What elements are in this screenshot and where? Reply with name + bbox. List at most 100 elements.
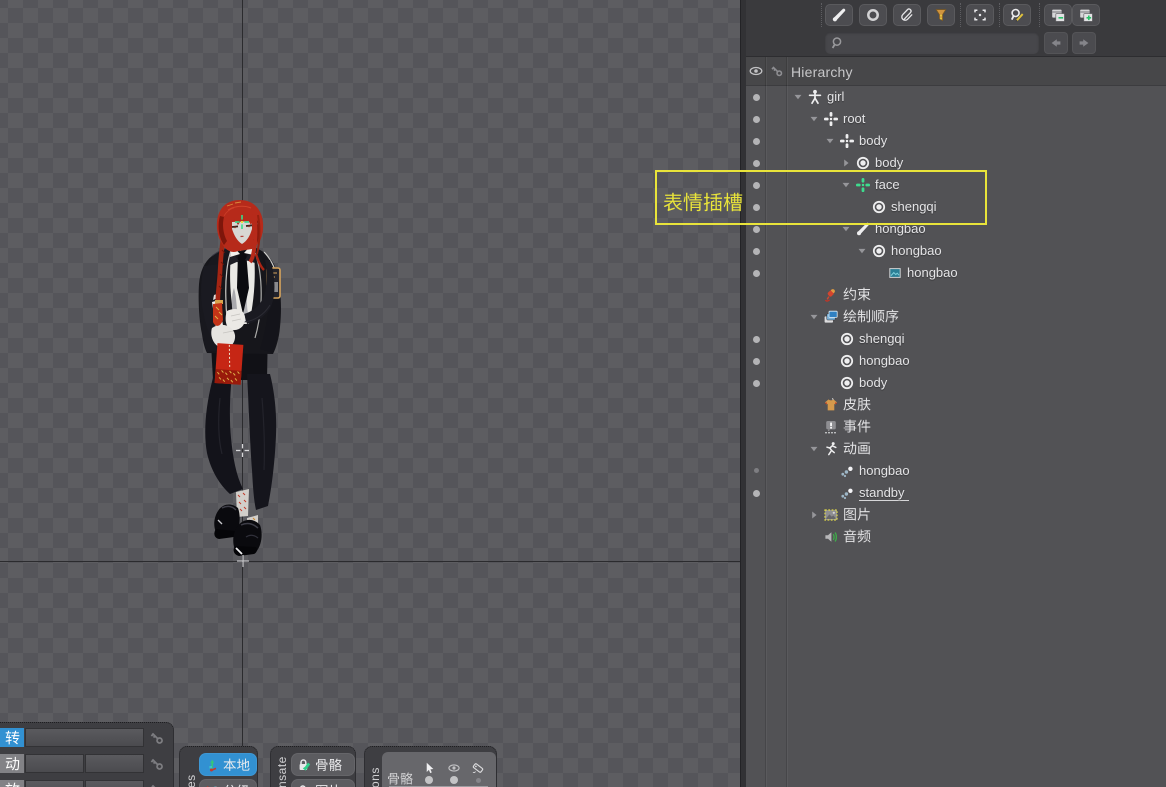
chevron-down-icon[interactable] — [808, 113, 820, 125]
visibility-dot[interactable] — [753, 358, 760, 365]
compensate-button-1[interactable]: 图片 — [291, 779, 355, 787]
transform-tool-label[interactable]: 放 — [0, 780, 24, 787]
button-label: 骨骼 — [315, 758, 342, 772]
root-bone-marker-icon[interactable] — [236, 444, 249, 457]
tree-row-shengqi[interactable]: shengqi — [746, 328, 1166, 350]
tree-label[interactable]: body — [875, 155, 903, 170]
tree-label[interactable]: hongbao — [859, 353, 910, 368]
audio-icon — [823, 529, 839, 545]
tree-label[interactable]: 音频 — [843, 529, 871, 543]
axes-button-0[interactable]: 本地 — [199, 753, 257, 776]
tree-label[interactable]: hongbao — [891, 243, 942, 258]
transform-row: 转 — [0, 728, 172, 747]
visibility-dot[interactable] — [753, 336, 760, 343]
tree-row-动画[interactable]: 动画 — [746, 438, 1166, 460]
tree-row-body[interactable]: body — [746, 130, 1166, 152]
tree-label[interactable]: shengqi — [859, 331, 905, 346]
chevron-down-icon[interactable] — [824, 135, 836, 147]
tree-row-事件[interactable]: 事件 — [746, 416, 1166, 438]
hierarchy-panel: Hierarchy girlrootbodybodyfaceshengqihon… — [746, 0, 1166, 787]
tree-row-root[interactable]: root — [746, 108, 1166, 130]
visibility-dot[interactable] — [753, 116, 760, 123]
visibility-dot[interactable] — [754, 468, 759, 473]
visibility-dot[interactable] — [753, 248, 760, 255]
visibility-dot[interactable] — [753, 270, 760, 277]
draworder-icon — [823, 309, 839, 325]
tree-row-约束[interactable]: 约束 — [746, 284, 1166, 306]
chevron-down-icon[interactable] — [808, 443, 820, 455]
tree-row-hongbao[interactable]: hongbao — [746, 460, 1166, 482]
slot-icon — [839, 353, 855, 369]
tree-label[interactable]: 绘制顺序 — [843, 309, 899, 323]
chevron-right-icon[interactable] — [808, 509, 820, 521]
visibility-dot[interactable] — [753, 380, 760, 387]
visibility-dot[interactable] — [753, 490, 760, 497]
tree-label[interactable]: 动画 — [843, 441, 871, 455]
character-skeleton[interactable] — [190, 198, 290, 563]
tree-label[interactable]: hongbao — [907, 265, 958, 280]
cursor-icon[interactable] — [422, 761, 436, 775]
tree-label[interactable]: 图片 — [843, 507, 871, 521]
value-field-x[interactable] — [25, 780, 84, 787]
button-label: 本地 — [223, 758, 250, 772]
tree-row-图片[interactable]: 图片 — [746, 504, 1166, 526]
tree-row-绘制顺序[interactable]: 绘制顺序 — [746, 306, 1166, 328]
visible-dot[interactable] — [450, 776, 458, 784]
tag-dot[interactable] — [476, 778, 481, 783]
tree-label[interactable]: body — [859, 133, 887, 148]
axes-button-1[interactable]: 分级 — [199, 779, 257, 787]
visibility-dot[interactable] — [753, 160, 760, 167]
bone-cross-icon — [839, 133, 855, 149]
select-dot[interactable] — [425, 776, 433, 784]
face-bone-marker-icon[interactable] — [235, 215, 249, 229]
slot-icon — [871, 243, 887, 259]
visibility-dot[interactable] — [753, 226, 760, 233]
tree-label[interactable]: 事件 — [843, 419, 871, 433]
image-icon — [887, 265, 903, 281]
value-field-y[interactable] — [85, 754, 144, 773]
tree-row-hongbao[interactable]: hongbao — [746, 240, 1166, 262]
viewport-canvas[interactable] — [0, 0, 740, 787]
compensate-button-0[interactable]: 骨骼 — [291, 753, 355, 776]
chevron-right-icon[interactable] — [840, 157, 852, 169]
tree-row-standby[interactable]: standby — [746, 482, 1166, 504]
axes-panel: es本地分级 — [179, 746, 258, 787]
visibility-dot[interactable] — [753, 94, 760, 101]
axis-horizontal — [0, 561, 740, 562]
hierarchy-tree: girlrootbodybodyfaceshengqihongbaohongba… — [746, 0, 1166, 787]
tree-row-hongbao[interactable]: hongbao — [746, 350, 1166, 372]
tree-label[interactable]: 皮肤 — [843, 397, 871, 411]
key-icon[interactable] — [148, 729, 166, 747]
tree-label[interactable]: standby — [859, 485, 909, 501]
tree-row-body[interactable]: body — [746, 372, 1166, 394]
eye-icon[interactable] — [447, 761, 461, 775]
tree-row-girl[interactable]: girl — [746, 86, 1166, 108]
transform-row: 放 — [0, 780, 172, 787]
tree-label[interactable]: 约束 — [843, 287, 871, 301]
key-icon[interactable] — [148, 781, 166, 787]
axis-local-icon — [204, 757, 220, 773]
slot-icon — [839, 375, 855, 391]
key-icon[interactable] — [148, 755, 166, 773]
value-field[interactable] — [25, 728, 144, 747]
slot-icon — [855, 155, 871, 171]
tag-icon[interactable] — [471, 761, 485, 775]
visibility-dot[interactable] — [753, 138, 760, 145]
tree-row-音频[interactable]: 音频 — [746, 526, 1166, 548]
value-field-x[interactable] — [25, 754, 84, 773]
tree-label[interactable]: hongbao — [859, 463, 910, 478]
tree-label[interactable]: root — [843, 111, 865, 126]
tree-label[interactable]: girl — [827, 89, 844, 104]
transform-tool-label[interactable]: 转 — [0, 728, 24, 747]
chevron-down-icon[interactable] — [808, 311, 820, 323]
chevron-down-icon[interactable] — [792, 91, 804, 103]
tree-label[interactable]: body — [859, 375, 887, 390]
tree-row-hongbao[interactable]: hongbao — [746, 262, 1166, 284]
animation-icon — [823, 441, 839, 457]
images-icon — [823, 507, 839, 523]
transform-tool-label[interactable]: 动 — [0, 754, 24, 773]
tree-row-皮肤[interactable]: 皮肤 — [746, 394, 1166, 416]
bone-cross-icon — [823, 111, 839, 127]
chevron-down-icon[interactable] — [856, 245, 868, 257]
value-field-y[interactable] — [85, 780, 144, 787]
